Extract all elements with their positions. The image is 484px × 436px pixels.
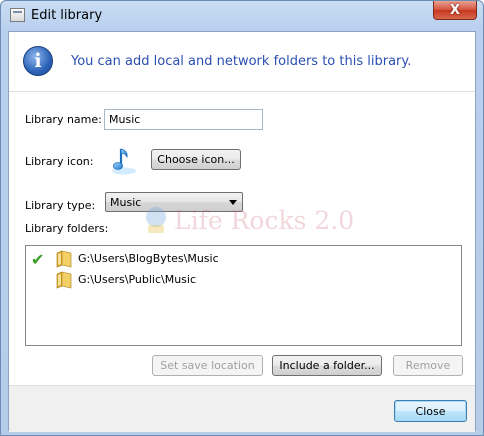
close-icon: X [449,2,461,18]
folder-path: G:\Users\Public\Music [78,273,197,286]
music-note-icon [112,148,136,175]
library-type-label: Library type: [25,199,96,212]
library-name-label: Library name: [25,113,102,126]
info-banner: i You can add local and network folders … [9,32,475,91]
remove-button[interactable]: Remove [393,355,463,376]
watermark-logo-icon [146,207,166,233]
dialog-window: Edit library X i You can add local and n… [0,0,484,436]
include-folder-button[interactable]: Include a folder... [272,355,382,376]
folder-path: G:\Users\BlogBytes\Music [78,252,219,265]
dialog-content: i You can add local and network folders … [8,31,476,432]
choose-icon-button[interactable]: Choose icon... [151,149,241,170]
divider [9,91,475,92]
info-text: You can add local and network folders to… [71,54,412,69]
checkmark-icon: ✔ [31,250,45,269]
set-save-location-button[interactable]: Set save location [152,355,263,376]
folder-icon [56,250,72,268]
list-item[interactable]: ✔ G:\Users\BlogBytes\Music [26,249,461,269]
library-icon-label: Library icon: [25,155,94,168]
info-icon-glyph: i [34,50,42,72]
window-close-button[interactable]: X [433,1,477,20]
library-type-value: Music [110,196,142,209]
info-icon: i [23,46,53,76]
watermark: Life Rocks 2.0 [140,200,370,244]
title-bar[interactable]: Edit library X [1,1,483,31]
watermark-text: Life Rocks 2.0 [174,206,355,235]
window-app-icon [10,8,25,22]
list-item[interactable]: G:\Users\Public\Music [26,270,461,290]
library-folders-label: Library folders: [25,222,109,235]
window-title: Edit library [31,8,103,23]
close-button[interactable]: Close [394,400,467,422]
library-name-input[interactable] [104,109,263,130]
dialog-footer: Close [9,385,475,432]
folder-icon [56,271,72,289]
library-folders-list[interactable]: ✔ G:\Users\BlogBytes\Music G:\Users\Publ… [25,245,462,346]
